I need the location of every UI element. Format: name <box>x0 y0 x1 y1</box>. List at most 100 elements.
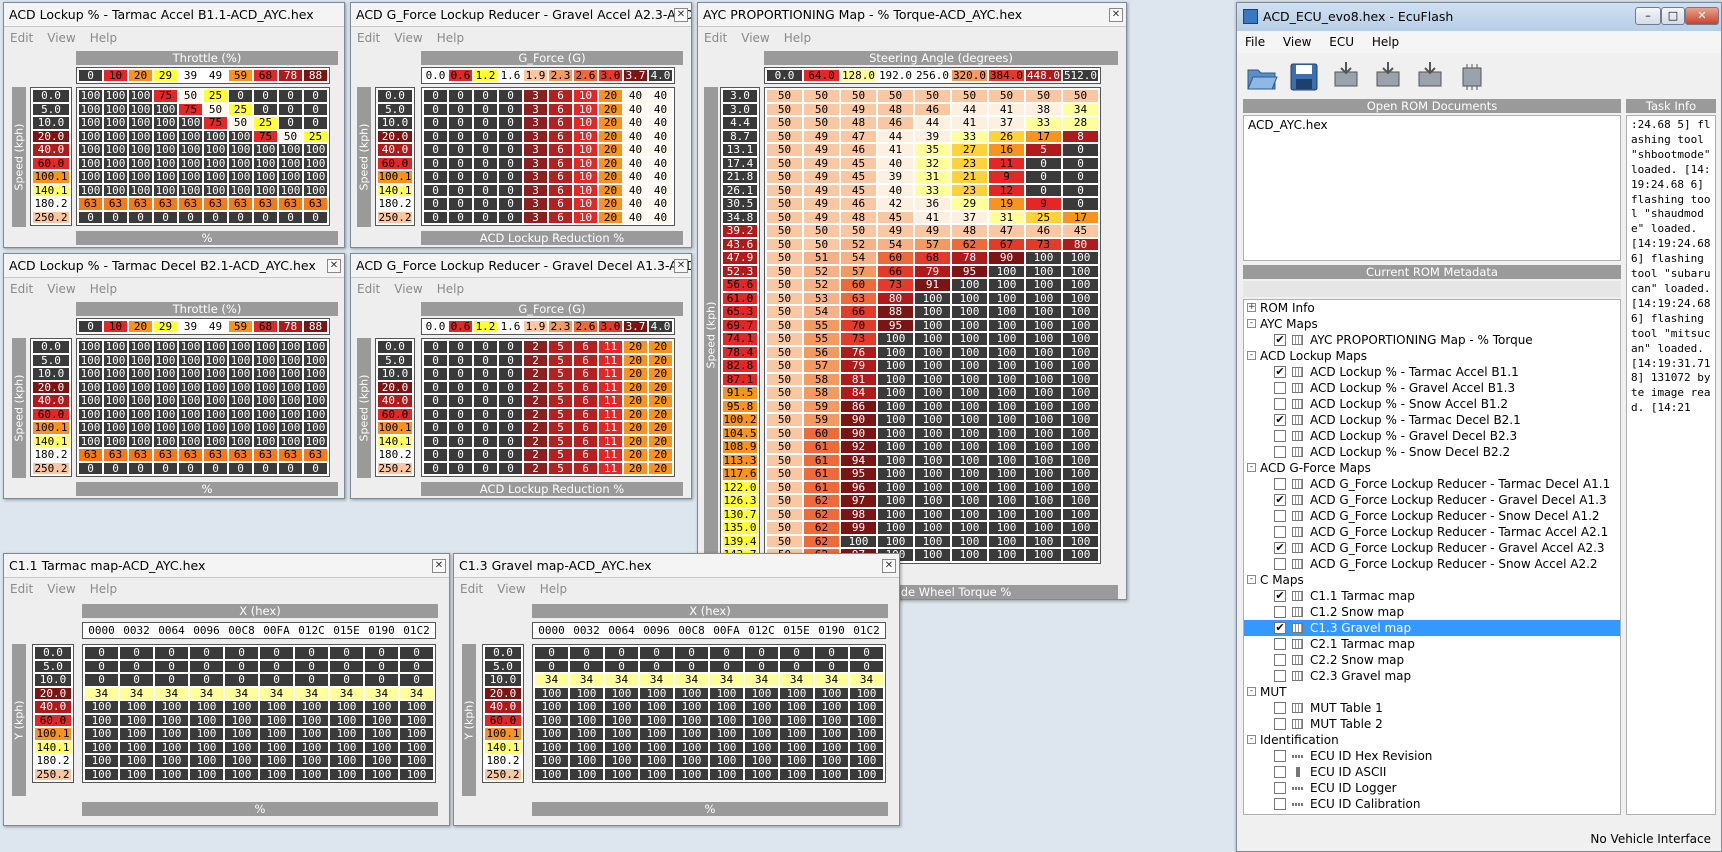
map-cell[interactable]: 100 <box>569 727 604 741</box>
map-cell[interactable]: 40 <box>623 197 648 211</box>
map-cell[interactable]: 100 <box>364 727 399 741</box>
map-cell[interactable]: 100 <box>988 521 1025 535</box>
ayc-window[interactable]: AYC PROPORTIONING Map - % Torque-ACD_AYC… <box>697 2 1127 600</box>
map-cell[interactable]: 34 <box>119 686 154 700</box>
map-cell[interactable]: 100 <box>78 129 103 143</box>
expand-icon[interactable]: - <box>1247 735 1256 744</box>
map-cell[interactable]: 100 <box>203 353 228 367</box>
y-axis-cell[interactable]: 74.1 <box>722 332 758 346</box>
map-cell[interactable]: 100 <box>303 183 328 197</box>
checkbox[interactable] <box>1274 382 1286 394</box>
map-cell[interactable]: 100 <box>399 767 434 781</box>
x-axis-cell[interactable]: 0000 <box>84 624 119 637</box>
y-axis-cell[interactable]: 26.1 <box>722 183 758 197</box>
tarmac-decel-window[interactable]: ACD Lockup % - Tarmac Decel B2.1-ACD_AYC… <box>3 253 345 499</box>
map-cell[interactable]: 100 <box>203 367 228 381</box>
map-cell[interactable]: 0 <box>303 210 328 224</box>
map-cell[interactable]: 20 <box>648 340 673 354</box>
map-cell[interactable]: 97 <box>840 494 877 508</box>
tree-category[interactable]: - AYC Maps <box>1244 316 1620 332</box>
map-cell[interactable]: 100 <box>1025 426 1062 440</box>
x-axis-cell[interactable]: 20 <box>128 320 153 333</box>
map-cell[interactable]: 100 <box>1062 494 1099 508</box>
y-axis-cell[interactable]: 250.2 <box>484 767 522 781</box>
map-cell[interactable]: 63 <box>78 448 103 462</box>
map-cell[interactable]: 100 <box>988 507 1025 521</box>
map-cell[interactable]: 100 <box>203 183 228 197</box>
map-cell[interactable]: 100 <box>877 440 914 454</box>
x-axis-cell[interactable]: 29 <box>153 69 178 82</box>
map-cell[interactable]: 10 <box>573 129 598 143</box>
map-cell[interactable]: 50 <box>766 210 803 224</box>
map-cell[interactable]: 23 <box>951 183 988 197</box>
map-cell[interactable]: 0 <box>84 659 119 673</box>
map-cell[interactable]: 47 <box>988 224 1025 238</box>
map-cell[interactable]: 100 <box>259 700 294 714</box>
map-cell[interactable]: 0 <box>709 659 744 673</box>
map-cell[interactable]: 100 <box>253 394 278 408</box>
y-axis-cell[interactable]: 40.0 <box>377 394 413 408</box>
map-cell[interactable]: 50 <box>803 102 840 116</box>
map-cell[interactable]: 100 <box>399 713 434 727</box>
map-cell[interactable]: 6 <box>548 143 573 157</box>
x-axis-cell[interactable]: 88 <box>303 69 328 82</box>
map-cell[interactable]: 100 <box>399 727 434 741</box>
map-cell[interactable]: 100 <box>178 353 203 367</box>
x-axis-cell[interactable]: 0 <box>78 320 103 333</box>
map-cell[interactable]: 40 <box>648 170 673 184</box>
map-cell[interactable]: 3 <box>523 89 548 103</box>
map-cell[interactable]: 0 <box>448 129 473 143</box>
map-cell[interactable]: 92 <box>840 440 877 454</box>
map-cell[interactable]: 5 <box>1025 143 1062 157</box>
map-cell[interactable]: 100 <box>604 727 639 741</box>
map-cell[interactable]: 33 <box>1025 116 1062 130</box>
map-cell[interactable]: 100 <box>709 740 744 754</box>
map-cell[interactable]: 54 <box>840 251 877 265</box>
gravel-decel-gforce-window[interactable]: ACD G_Force Lockup Reducer - Gravel Dece… <box>350 253 692 499</box>
map-cell[interactable]: 34 <box>814 673 849 687</box>
map-cell[interactable]: 100 <box>128 340 153 354</box>
map-cell[interactable]: 100 <box>103 380 128 394</box>
map-cell[interactable]: 100 <box>153 116 178 130</box>
map-cell[interactable]: 0 <box>278 102 303 116</box>
tree-item[interactable]: ACD G_Force Lockup Reducer - Snow Decel … <box>1244 508 1620 524</box>
map-cell[interactable]: 44 <box>877 129 914 143</box>
map-cell[interactable]: 0 <box>814 646 849 660</box>
map-cell[interactable]: 40 <box>648 156 673 170</box>
map-cell[interactable]: 6 <box>573 340 598 354</box>
map-cell[interactable]: 0 <box>498 116 523 130</box>
map-cell[interactable]: 100 <box>153 340 178 354</box>
map-cell[interactable]: 98 <box>840 507 877 521</box>
map-cell[interactable]: 6 <box>548 156 573 170</box>
x-axis-cell[interactable]: 0064 <box>604 624 639 637</box>
tree-item[interactable]: ACD Lockup % - Gravel Decel B2.3 <box>1244 428 1620 444</box>
map-cell[interactable]: 52 <box>840 237 877 251</box>
map-cell[interactable]: 100 <box>1025 480 1062 494</box>
map-cell[interactable]: 100 <box>128 380 153 394</box>
map-cell[interactable]: 100 <box>329 700 364 714</box>
map-cell[interactable]: 20 <box>623 434 648 448</box>
map-cell[interactable]: 100 <box>1025 521 1062 535</box>
y-axis-cell[interactable]: 8.7 <box>722 129 758 143</box>
x-axis-cell[interactable]: 0000 <box>534 624 569 637</box>
map-cell[interactable]: 100 <box>877 386 914 400</box>
map-cell[interactable]: 100 <box>1062 413 1099 427</box>
map-cell[interactable]: 0 <box>189 646 224 660</box>
map-cell[interactable]: 100 <box>914 332 951 346</box>
map-cell[interactable]: 34 <box>709 673 744 687</box>
map-cell[interactable]: 20 <box>623 421 648 435</box>
map-cell[interactable]: 100 <box>103 340 128 354</box>
map-cell[interactable]: 100 <box>253 156 278 170</box>
map-cell[interactable]: 100 <box>303 367 328 381</box>
map-cell[interactable]: 100 <box>534 713 569 727</box>
map-cell[interactable]: 90 <box>840 426 877 440</box>
map-cell[interactable]: 100 <box>224 767 259 781</box>
map-cell[interactable]: 100 <box>914 494 951 508</box>
map-cell[interactable]: 6 <box>548 170 573 184</box>
map-cell[interactable]: 6 <box>573 407 598 421</box>
map-cell[interactable]: 54 <box>877 237 914 251</box>
map-cell[interactable]: 0 <box>423 353 448 367</box>
map-cell[interactable]: 100 <box>914 480 951 494</box>
map-cell[interactable]: 0 <box>498 461 523 475</box>
map-cell[interactable]: 67 <box>988 237 1025 251</box>
